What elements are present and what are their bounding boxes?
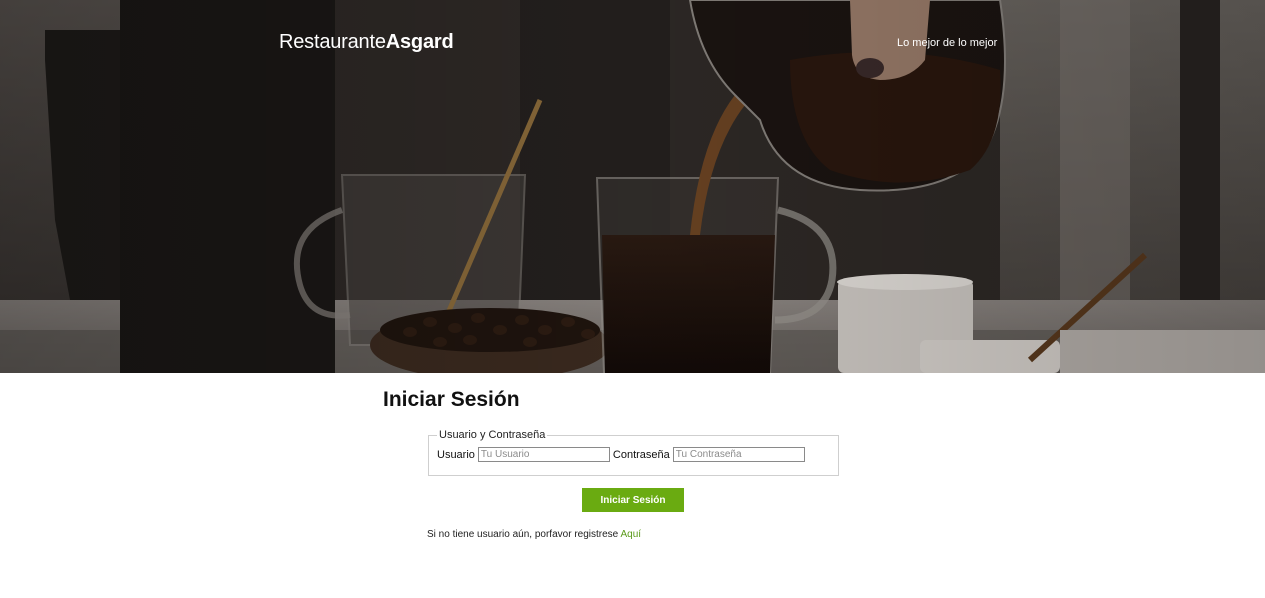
hero-overlay: [0, 0, 1265, 373]
register-text: Si no tiene usuario aún, porfavor regist…: [427, 529, 619, 540]
username-label: Usuario: [437, 448, 475, 461]
brand-logo[interactable]: RestauranteAsgard: [279, 31, 454, 54]
password-label: Contraseña: [612, 448, 670, 461]
password-input[interactable]: [672, 447, 805, 462]
credentials-fieldset: Usuario y Contraseña Usuario Contraseña: [428, 429, 839, 476]
page-title: Iniciar Sesión: [383, 388, 520, 411]
credentials-legend: Usuario y Contraseña: [439, 429, 546, 441]
username-input[interactable]: [477, 447, 610, 462]
hero-banner: RestauranteAsgard Lo mejor de lo mejor: [0, 0, 1265, 373]
brand-light-text: Restaurante: [279, 31, 386, 53]
credentials-row: Usuario Contraseña: [437, 447, 830, 462]
login-button[interactable]: Iniciar Sesión: [582, 488, 684, 512]
register-note: Si no tiene usuario aún, porfavor regist…: [427, 529, 641, 540]
brand-bold-text: Asgard: [385, 31, 454, 53]
register-link[interactable]: Aquí: [620, 529, 641, 540]
login-section: Iniciar Sesión Usuario y Contraseña Usua…: [0, 373, 1265, 598]
tagline: Lo mejor de lo mejor: [897, 37, 998, 49]
